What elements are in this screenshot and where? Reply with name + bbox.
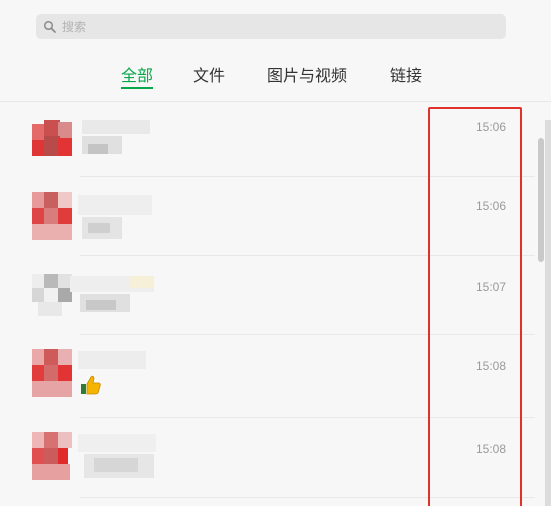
tab-all[interactable]: 全部: [121, 62, 154, 89]
chat-file-history-window: 全部 文件 图片与视频 链接: [0, 0, 551, 506]
window-edge: [545, 120, 551, 506]
tab-files-label: 文件: [193, 66, 226, 85]
sender-name-blurred: [82, 120, 152, 156]
search-icon: [43, 20, 57, 34]
avatar: [32, 432, 72, 480]
sender-name-blurred: [78, 351, 148, 371]
timestamp-highlight-box: [428, 107, 522, 506]
tab-links-label: 链接: [390, 66, 423, 85]
sender-name-blurred: [78, 195, 154, 241]
tab-all-label: 全部: [121, 66, 154, 85]
tab-images-videos[interactable]: 图片与视频: [267, 62, 347, 86]
avatar: [32, 192, 72, 240]
search-input[interactable]: [62, 16, 482, 37]
sender-name-blurred: [70, 276, 156, 314]
scrollbar-thumb[interactable]: [538, 138, 544, 262]
tab-files[interactable]: 文件: [193, 62, 225, 86]
avatar: [32, 120, 72, 158]
tab-links[interactable]: 链接: [390, 62, 422, 86]
avatar: [32, 349, 72, 397]
avatar: [32, 274, 72, 316]
tab-images-videos-label: 图片与视频: [267, 66, 348, 85]
filter-tabs: 全部 文件 图片与视频 链接: [0, 62, 551, 94]
active-tab-indicator: [121, 87, 154, 89]
sender-name-blurred: [78, 434, 158, 480]
thumbs-up-icon: [80, 375, 102, 399]
search-bar[interactable]: [36, 14, 506, 39]
